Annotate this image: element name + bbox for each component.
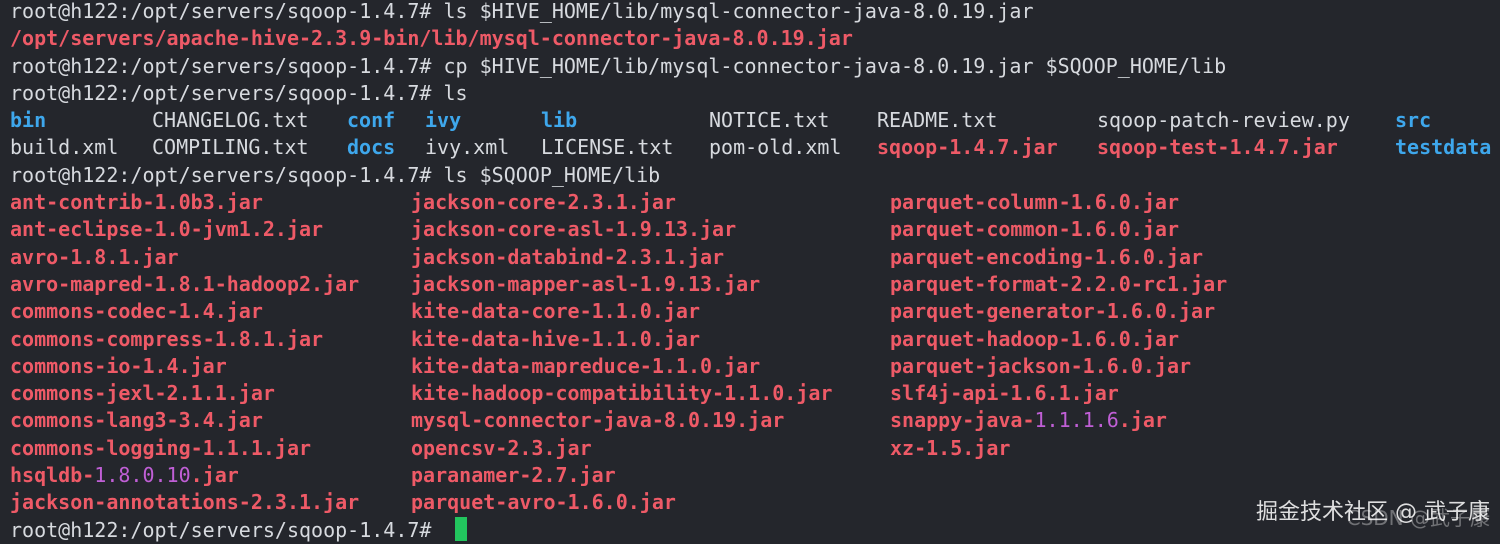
terminal-window[interactable]: root@h122:/opt/servers/sqoop-1.4.7# ls $…	[0, 0, 1500, 542]
jar-entry: parquet-generator-1.6.0.jar	[890, 299, 1216, 324]
lib-row: ant-contrib-1.0b3.jar jackson-core-2.3.1.…	[10, 189, 1500, 216]
jar-entry: jackson-core-asl-1.9.13.jar	[411, 217, 737, 242]
jar-entry: parquet-format-2.2.0-rc1.jar	[890, 271, 1228, 296]
jar-entry: jackson-annotations-2.3.1.jar	[10, 490, 360, 515]
watermark: CSDN @武子康 掘金技术社区 @ 武子康	[1256, 494, 1490, 530]
jar-entry: parquet-common-1.6.0.jar	[890, 217, 1179, 242]
prompt: root@h122:/opt/servers/sqoop-1.4.7#	[10, 162, 444, 187]
jar-entry: parquet-jackson-1.6.0.jar	[890, 353, 1192, 378]
jar-entry: commons-logging-1.1.1.jar	[10, 435, 312, 460]
file-entry: CHANGELOG.txt	[152, 108, 309, 133]
jar-entry: avro-1.8.1.jar	[10, 244, 179, 269]
jar-entry: xz-1.5.jar	[890, 435, 1011, 460]
command-line-1: root@h122:/opt/servers/sqoop-1.4.7# ls $…	[10, 0, 1500, 25]
file-entry: LICENSE.txt	[541, 135, 674, 160]
lib-row: commons-compress-1.8.1.jar kite-data-hive…	[10, 326, 1500, 353]
output-line-1: /opt/servers/apache-hive-2.3.9-bin/lib/m…	[10, 25, 1500, 52]
jar-entry: commons-compress-1.8.1.jar	[10, 326, 324, 351]
jar-entry: jackson-databind-2.3.1.jar	[411, 244, 725, 269]
jar-entry: avro-mapred-1.8.1-hadoop2.jar	[10, 271, 360, 296]
jar-entry: parquet-column-1.6.0.jar	[890, 190, 1179, 215]
file-entry: build.xml	[10, 135, 119, 160]
prompt: root@h122:/opt/servers/sqoop-1.4.7#	[10, 53, 444, 78]
output-path: /opt/servers/apache-hive-2.3.9-bin/lib/m…	[10, 26, 853, 51]
lib-listing: ant-contrib-1.0b3.jar jackson-core-2.3.1.…	[10, 189, 1500, 517]
command-text: cp $HIVE_HOME/lib/mysql-connector-java-8…	[443, 53, 1227, 78]
file-entry: COMPILING.txt	[152, 135, 309, 160]
command-line-4: root@h122:/opt/servers/sqoop-1.4.7# ls $…	[10, 162, 1500, 189]
lib-row: commons-lang3-3.4.jar mysql-connector-jav…	[10, 407, 1500, 434]
block-cursor-icon	[455, 517, 468, 542]
jar-entry: paranamer-2.7.jar	[411, 463, 616, 488]
command-text: ls $SQOOP_HOME/lib	[443, 162, 661, 187]
dir-entry: src	[1395, 108, 1432, 133]
file-entry: README.txt	[877, 108, 998, 133]
lib-row: avro-1.8.1.jar jackson-databind-2.3.1.jar…	[10, 244, 1500, 271]
lib-row: hsqldb-1.8.0.10.jar paranamer-2.7.jar	[10, 462, 1500, 489]
prompt: root@h122:/opt/servers/sqoop-1.4.7#	[10, 80, 444, 105]
jar-entry: parquet-avro-1.6.0.jar	[411, 490, 676, 515]
jar-entry: mysql-connector-java-8.0.19.jar	[411, 408, 785, 433]
dir-entry: ivy	[425, 108, 462, 133]
jar-entry: kite-data-mapreduce-1.1.0.jar	[411, 353, 761, 378]
jar-entry: parquet-hadoop-1.6.0.jar	[890, 326, 1179, 351]
dir-entry: conf	[347, 108, 396, 133]
file-entry: sqoop-patch-review.py	[1097, 108, 1350, 133]
command-text: ls $HIVE_HOME/lib/mysql-connector-java-8…	[443, 0, 1034, 23]
lib-row: avro-mapred-1.8.1-hadoop2.jar jackson-map…	[10, 271, 1500, 298]
jar-entry: hsqldb-1.8.0.10.jar	[10, 463, 239, 488]
jar-entry: sqoop-1.4.7.jar	[877, 135, 1058, 160]
dir-entry: docs	[347, 135, 396, 160]
version-text: 1.8.0.10	[94, 463, 191, 488]
ls-output-row-2: build.xml COMPILING.txt docs ivy.xml LIC…	[10, 134, 1500, 161]
jar-entry: commons-io-1.4.jar	[10, 353, 227, 378]
prompt: root@h122:/opt/servers/sqoop-1.4.7#	[10, 517, 444, 542]
lib-row: commons-io-1.4.jar kite-data-mapreduce-1.…	[10, 353, 1500, 380]
jar-entry: snappy-java-1.1.1.6.jar	[890, 408, 1167, 433]
jar-entry: commons-jexl-2.1.1.jar	[10, 381, 275, 406]
lib-row: commons-jexl-2.1.1.jar kite-hadoop-compat…	[10, 380, 1500, 407]
watermark-ghost: CSDN @武子康	[1346, 506, 1490, 530]
file-entry: pom-old.xml	[709, 135, 842, 160]
lib-row: commons-codec-1.4.jar kite-data-core-1.1.…	[10, 298, 1500, 325]
command-line-3: root@h122:/opt/servers/sqoop-1.4.7# ls	[10, 80, 1500, 107]
jar-entry: ant-eclipse-1.0-jvm1.2.jar	[10, 217, 324, 242]
jar-entry: kite-hadoop-compatibility-1.1.0.jar	[411, 381, 833, 406]
command-line-2: root@h122:/opt/servers/sqoop-1.4.7# cp $…	[10, 53, 1500, 80]
jar-entry: jackson-core-2.3.1.jar	[411, 190, 676, 215]
jar-entry: ant-contrib-1.0b3.jar	[10, 190, 263, 215]
ls-output-row-1: bin CHANGELOG.txt conf ivy lib NOTICE.tx…	[10, 107, 1500, 134]
jar-entry: commons-codec-1.4.jar	[10, 299, 263, 324]
file-entry: NOTICE.txt	[709, 108, 830, 133]
jar-entry: jackson-mapper-asl-1.9.13.jar	[411, 271, 761, 296]
prompt: root@h122:/opt/servers/sqoop-1.4.7#	[10, 0, 444, 23]
jar-entry: kite-data-core-1.1.0.jar	[411, 299, 700, 324]
jar-entry: opencsv-2.3.jar	[411, 435, 592, 460]
file-entry: ivy.xml	[425, 135, 510, 160]
jar-entry: sqoop-test-1.4.7.jar	[1097, 135, 1338, 160]
version-text: 1.1.1.6	[1034, 408, 1119, 433]
jar-entry: commons-lang3-3.4.jar	[10, 408, 263, 433]
lib-row: ant-eclipse-1.0-jvm1.2.jar jackson-core-a…	[10, 216, 1500, 243]
jar-entry: kite-data-hive-1.1.0.jar	[411, 326, 700, 351]
dir-entry: bin	[10, 108, 47, 133]
dir-entry: lib	[541, 108, 578, 133]
jar-entry: parquet-encoding-1.6.0.jar	[890, 244, 1204, 269]
command-text: ls	[443, 80, 468, 105]
lib-row: commons-logging-1.1.1.jar opencsv-2.3.jar…	[10, 435, 1500, 462]
jar-entry: slf4j-api-1.6.1.jar	[890, 381, 1119, 406]
dir-entry: testdata	[1395, 135, 1492, 160]
